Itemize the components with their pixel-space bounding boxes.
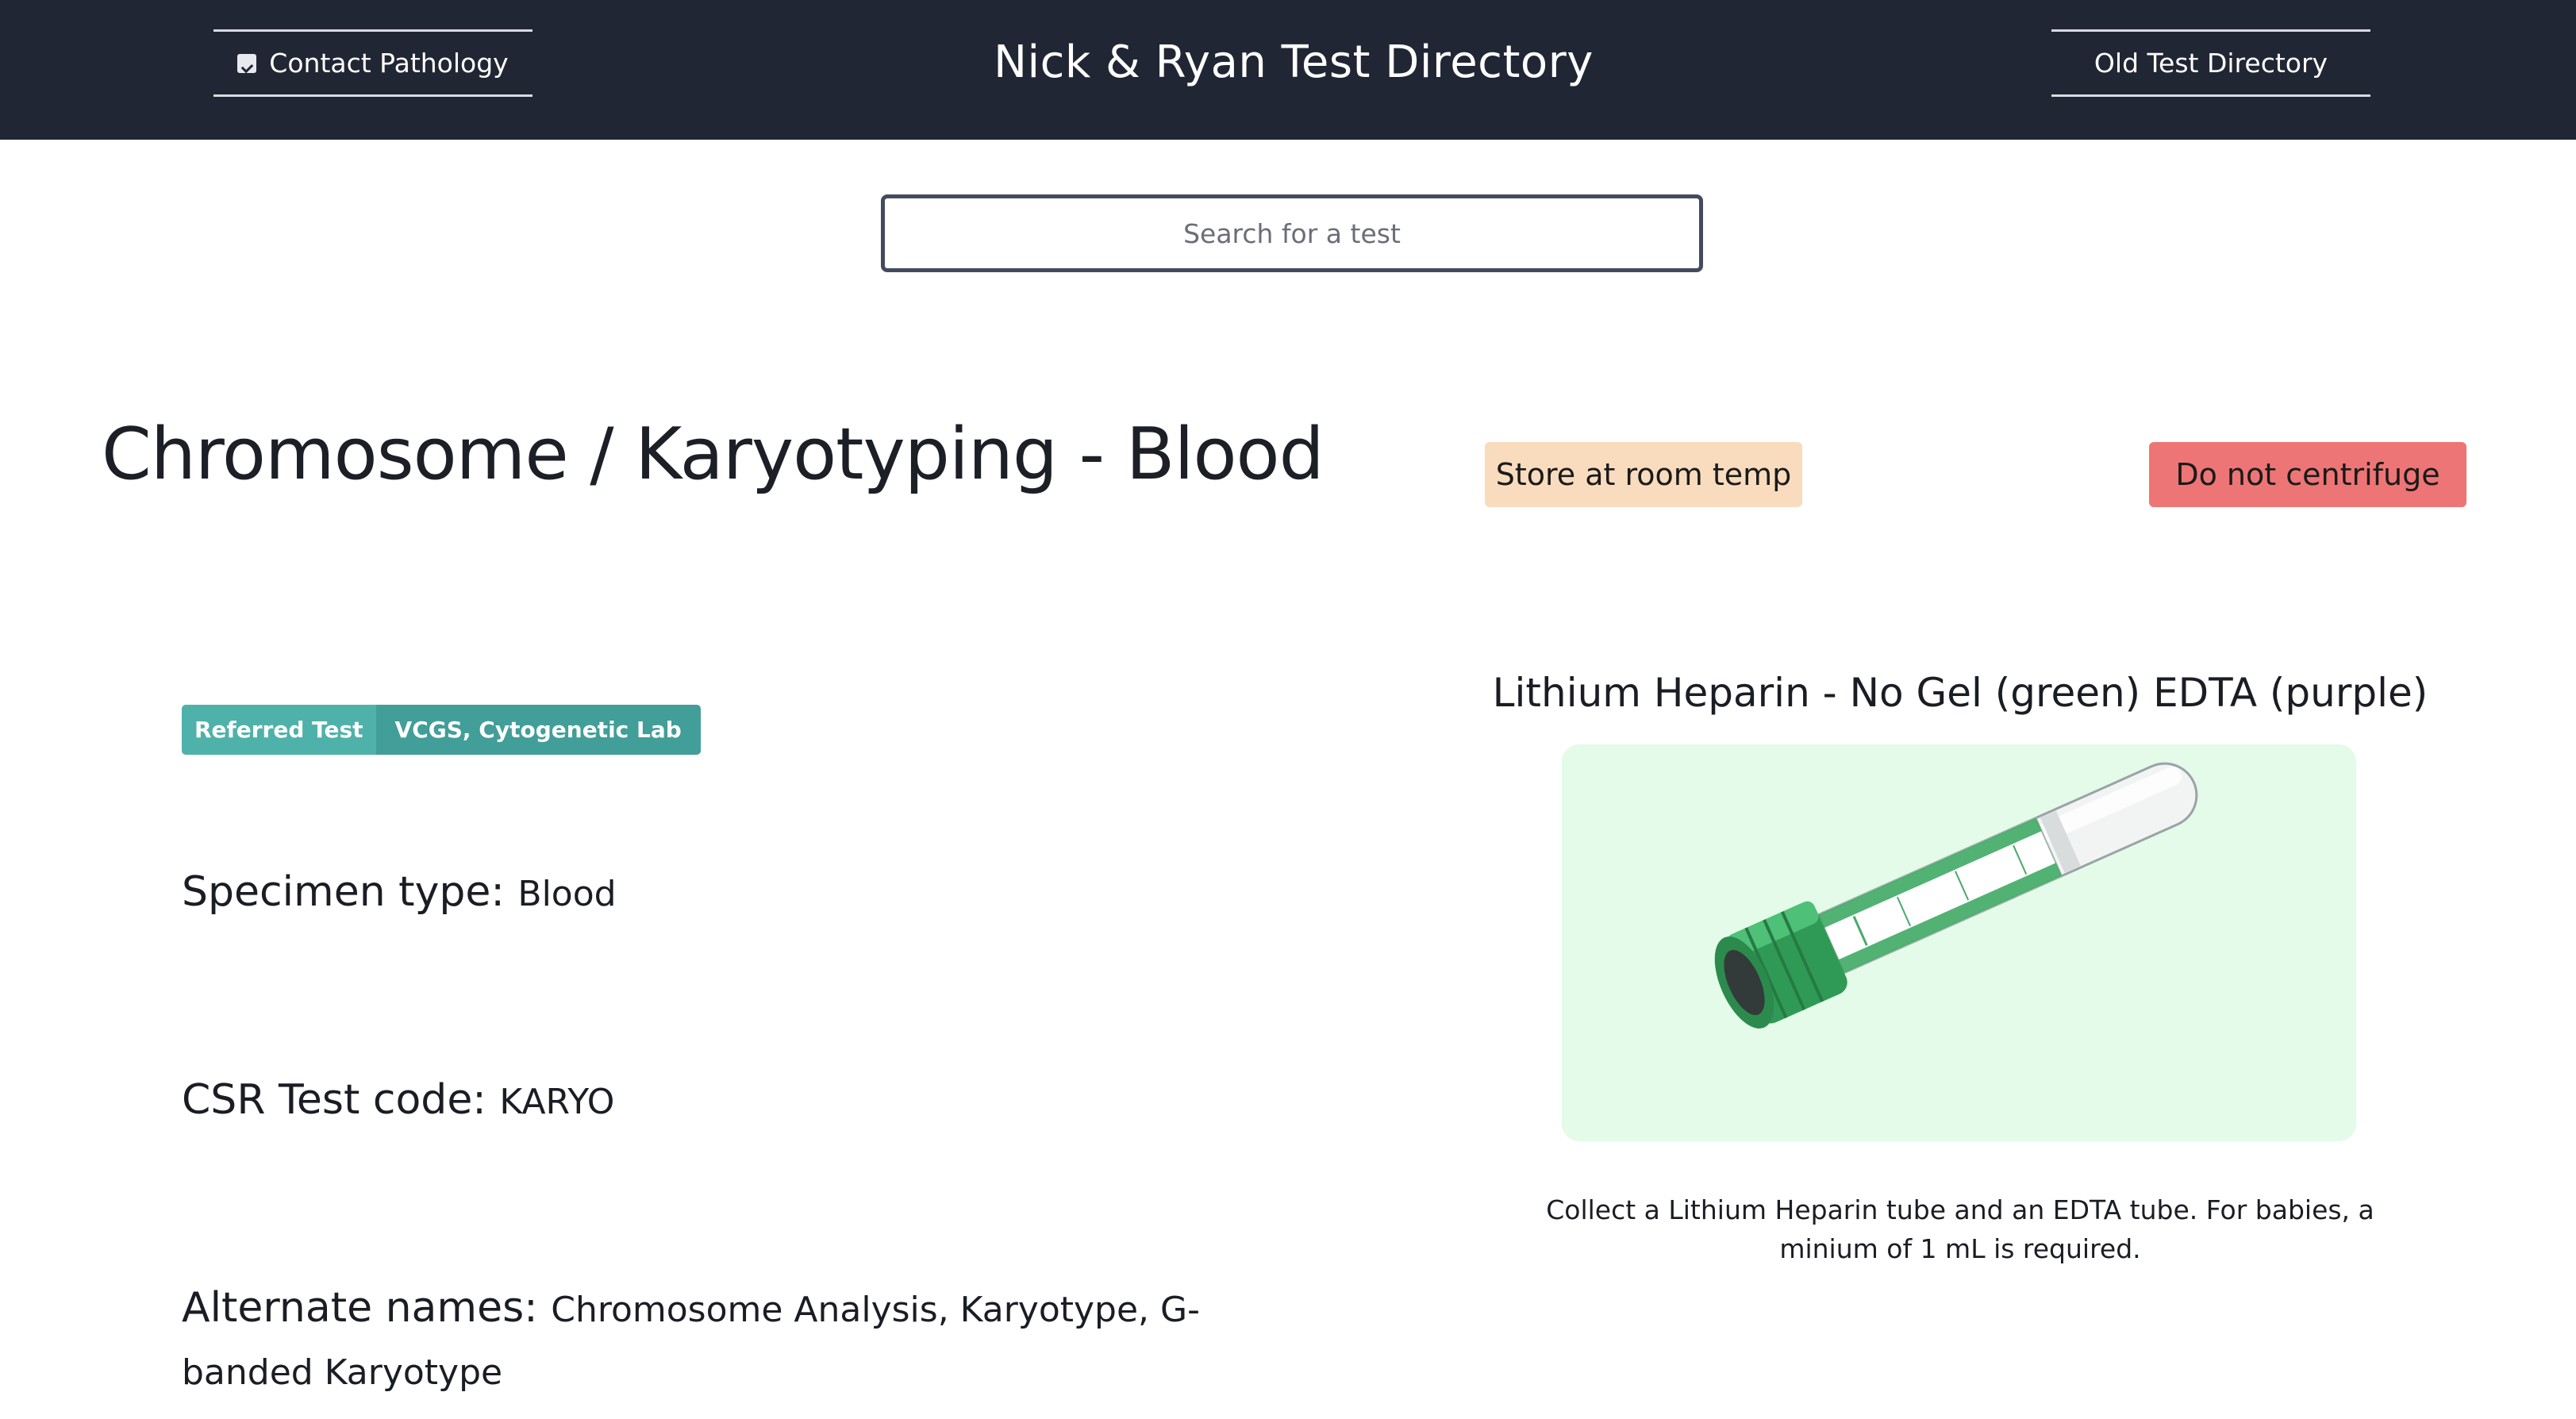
search-input[interactable] (881, 194, 1703, 272)
referral-type-label: Referred Test (182, 705, 376, 755)
site-title[interactable]: Nick & Ryan Test Directory (873, 30, 1714, 95)
referral-lab-label: VCGS, Cytogenetic Lab (375, 705, 701, 755)
alternate-names-row: Alternate names: Chromosome Analysis, Ka… (182, 1278, 1213, 1403)
test-code-row: CSR Test code: KARYO (182, 1070, 1213, 1133)
old-test-directory-button[interactable]: Old Test Directory (2051, 29, 2370, 97)
top-nav-bar: Contact Pathology Nick & Ryan Test Direc… (0, 0, 2576, 140)
specimen-type-row: Specimen type: Blood (182, 862, 1213, 925)
test-title: Chromosome / Karyotyping - Blood (102, 413, 1325, 496)
contact-pathology-button[interactable]: Contact Pathology (213, 29, 533, 97)
tube-type-title: Lithium Heparin - No Gel (green) EDTA (p… (1492, 670, 2428, 716)
external-link-icon (237, 53, 257, 73)
centrifuge-badge: Do not centrifuge (2149, 442, 2466, 507)
contact-pathology-label: Contact Pathology (269, 48, 509, 79)
referral-badge: Referred Test VCGS, Cytogenetic Lab (182, 705, 701, 755)
specimen-type-label: Specimen type: (182, 868, 505, 916)
test-code-label: CSR Test code: (182, 1076, 486, 1124)
tube-collection-instructions: Collect a Lithium Heparin tube and an ED… (1546, 1194, 2374, 1264)
storage-badge: Store at room temp (1485, 442, 1802, 507)
specimen-type-value: Blood (517, 874, 617, 914)
lithium-heparin-tube-icon (1714, 762, 2198, 1029)
old-test-directory-label: Old Test Directory (2093, 48, 2328, 79)
test-code-value: KARYO (499, 1082, 615, 1122)
alternate-names-label: Alternate names: (182, 1284, 538, 1332)
tube-image (1562, 744, 2356, 1141)
